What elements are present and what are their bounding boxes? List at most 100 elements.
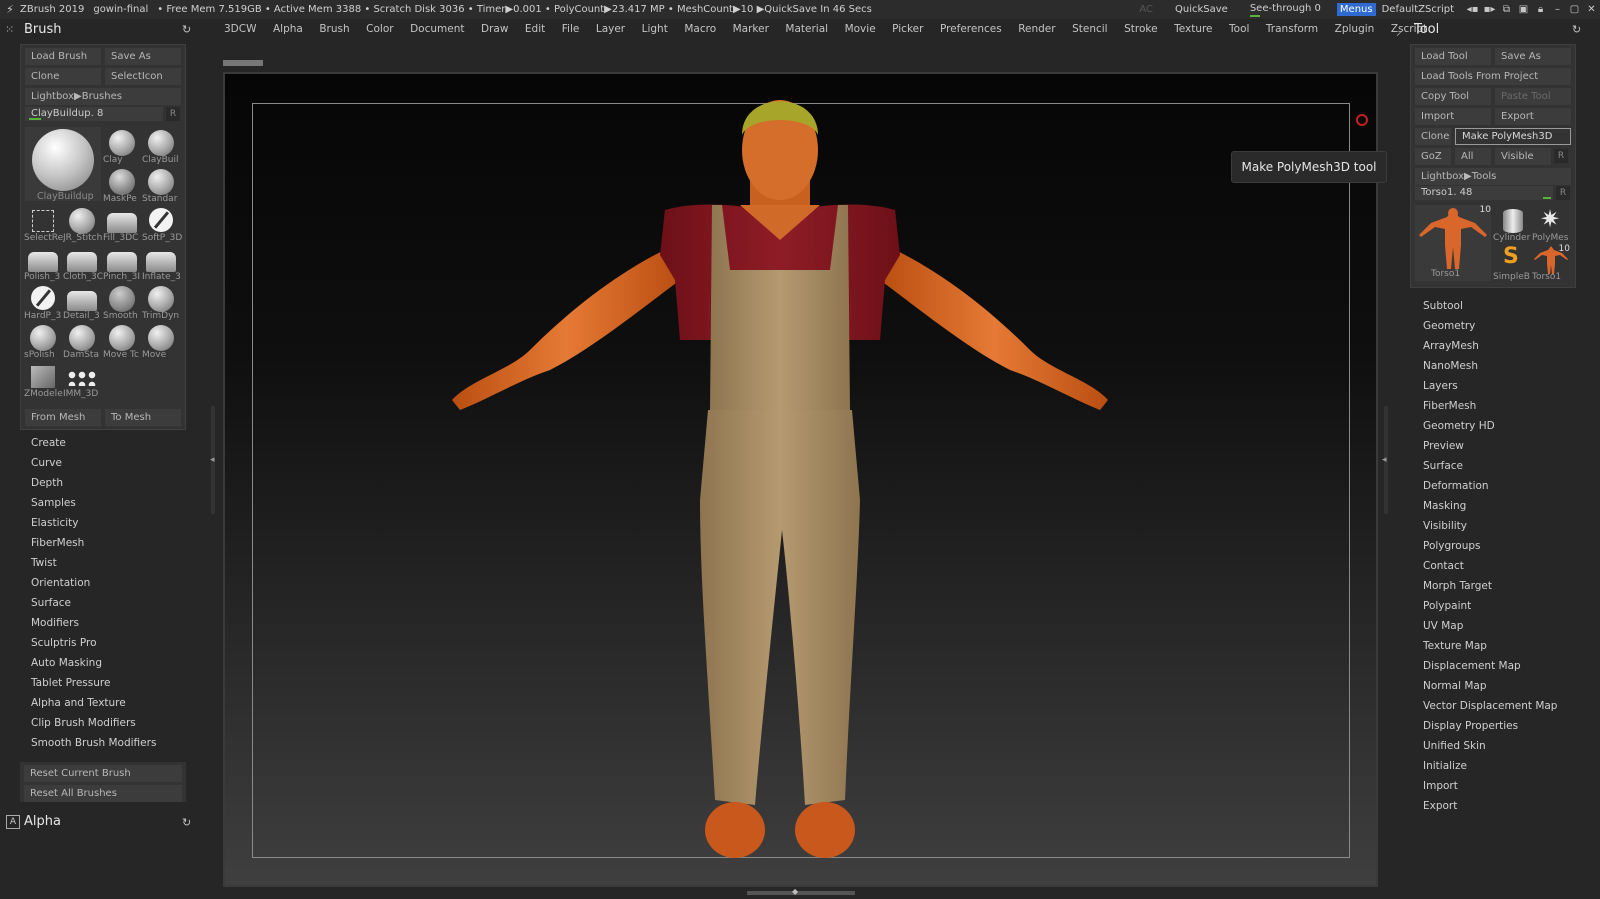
menu-light[interactable]: Light [642,23,668,35]
menu-transform[interactable]: Transform [1266,23,1318,35]
menu-texture[interactable]: Texture [1174,23,1212,35]
menu-edit[interactable]: Edit [525,23,545,35]
tool-menu-display-properties[interactable]: Display Properties [1410,716,1590,736]
lightbox-tools-button[interactable]: Lightbox▶Tools [1415,168,1571,185]
brush-slider[interactable]: ClayBuildup. 8 [25,107,163,121]
tool-palette-title[interactable]: Tool [1414,22,1439,37]
right-tray-arrow-icon[interactable]: ◂ [1382,455,1387,465]
brush-standard[interactable]: Standar [142,166,180,204]
tool-menu-contact[interactable]: Contact [1410,556,1590,576]
tool-menu-initialize[interactable]: Initialize [1410,756,1590,776]
tool-r-button[interactable]: R [1556,186,1570,200]
tool-palette-refresh-icon[interactable]: ↻ [1572,23,1581,36]
tool-menu-uv-map[interactable]: UV Map [1410,616,1590,636]
goz-all-button[interactable]: All [1455,148,1491,165]
menu-brush[interactable]: Brush [319,23,349,35]
select-icon-button[interactable]: SelectIcon [105,68,181,85]
brush-claybuildup[interactable]: ClayBuil [142,127,180,165]
character-model[interactable] [450,80,1110,880]
brush-menu-fibermesh[interactable]: FiberMesh [20,533,186,553]
tool-menu-unified-skin[interactable]: Unified Skin [1410,736,1590,756]
tool-export-button[interactable]: Export [1495,108,1571,125]
brush-jr-stitch[interactable]: JR_Stitch [63,205,102,243]
reset-all-brushes-button[interactable]: Reset All Brushes [24,785,182,802]
alpha-palette-header[interactable]: A Alpha ↻ [0,812,200,834]
brush-menu-create[interactable]: Create [20,433,186,453]
brush-move-topological[interactable]: Move Tc [103,322,141,360]
menu-zplugin[interactable]: Zplugin [1335,23,1375,35]
menu-render[interactable]: Render [1018,23,1055,35]
menu-movie[interactable]: Movie [845,23,876,35]
menu-draw[interactable]: Draw [481,23,508,35]
brush-cloth-3c[interactable]: Cloth_3C [63,244,103,282]
menu-tool[interactable]: Tool [1229,23,1249,35]
menu-material[interactable]: Material [785,23,828,35]
tool-menu-subtool[interactable]: Subtool [1410,296,1590,316]
load-tool-button[interactable]: Load Tool [1415,48,1491,65]
tool-slider[interactable]: Torso1. 48 [1415,186,1553,200]
brush-clone-button[interactable]: Clone [25,68,101,85]
window-icon[interactable]: ▣ [1515,4,1532,15]
brush-menu-sculptris-pro[interactable]: Sculptris Pro [20,633,186,653]
brush-softp-3d[interactable]: SoftP_3D [142,205,182,243]
tool-menu-texture-map[interactable]: Texture Map [1410,636,1590,656]
tool-menu-vector-displacement[interactable]: Vector Displacement Map [1410,696,1590,716]
menu-layer[interactable]: Layer [596,23,625,35]
tool-thumb-simplebrush[interactable]: S SimpleB [1493,244,1531,282]
tool-menu-visibility[interactable]: Visibility [1410,516,1590,536]
tool-menu-polypaint[interactable]: Polypaint [1410,596,1590,616]
brush-trimdynamic[interactable]: TrimDyn [142,283,180,321]
tool-menu-morph-target[interactable]: Morph Target [1410,576,1590,596]
menu-stencil[interactable]: Stencil [1072,23,1108,35]
brush-menu-curve[interactable]: Curve [20,453,186,473]
tool-menu-geometry-hd[interactable]: Geometry HD [1410,416,1590,436]
menu-3dcw[interactable]: 3DCW [224,23,256,35]
see-through-slider[interactable]: See-through 0 [1249,3,1321,17]
brush-maskpen[interactable]: MaskPe [103,166,141,204]
brush-menu-tablet-pressure[interactable]: Tablet Pressure [20,673,186,693]
to-mesh-button[interactable]: To Mesh [105,409,181,426]
menu-document[interactable]: Document [410,23,464,35]
tool-save-as-button[interactable]: Save As [1495,48,1571,65]
goz-r-button[interactable]: R [1554,149,1568,163]
menu-file[interactable]: File [562,23,580,35]
make-polymesh3d-button[interactable]: Make PolyMesh3D [1455,128,1571,145]
menus-toggle[interactable]: Menus [1336,3,1376,16]
brush-r-button[interactable]: R [166,107,180,121]
tool-menu-polygroups[interactable]: Polygroups [1410,536,1590,556]
minimize-icon[interactable]: – [1549,4,1566,15]
tool-menu-import[interactable]: Import [1410,776,1590,796]
from-mesh-button[interactable]: From Mesh [25,409,101,426]
menu-picker[interactable]: Picker [892,23,923,35]
brush-menu-depth[interactable]: Depth [20,473,186,493]
tool-menu-export[interactable]: Export [1410,796,1590,816]
brush-detail-3[interactable]: Detail_3 [63,283,101,321]
tool-import-button[interactable]: Import [1415,108,1491,125]
brush-polish-3[interactable]: Polish_3 [24,244,62,282]
brush-hardp-3[interactable]: HardP_3 [24,283,62,321]
brush-spolish[interactable]: sPolish [24,322,62,360]
brush-inflate-3[interactable]: Inflate_3 [142,244,181,282]
menu-alpha[interactable]: Alpha [273,23,303,35]
tool-menu-displacement-map[interactable]: Displacement Map [1410,656,1590,676]
brush-menu-elasticity[interactable]: Elasticity [20,513,186,533]
brush-menu-auto-masking[interactable]: Auto Masking [20,653,186,673]
ac-button[interactable]: AC [1139,4,1153,15]
tool-menu-masking[interactable]: Masking [1410,496,1590,516]
tool-thumb-torso1[interactable]: 10 Torso1 [1415,205,1491,281]
tool-menu-preview[interactable]: Preview [1410,436,1590,456]
goz-visible-button[interactable]: Visible [1495,148,1551,165]
brush-menu-smooth-modifiers[interactable]: Smooth Brush Modifiers [20,733,186,753]
goz-button[interactable]: GoZ [1415,148,1451,165]
paste-tool-button[interactable]: Paste Tool [1495,88,1571,105]
lightbox-brushes-button[interactable]: Lightbox▶Brushes [25,88,181,105]
menu-popup2-icon[interactable]: ▪▸ [1481,4,1498,15]
quicksave-button[interactable]: QuickSave [1175,4,1228,15]
brush-menu-alpha-texture[interactable]: Alpha and Texture [20,693,186,713]
brush-menu-modifiers[interactable]: Modifiers [20,613,186,633]
brush-move[interactable]: Move [142,322,180,360]
menu-popup-icon[interactable]: ◂▪ [1464,4,1481,15]
alpha-refresh-icon[interactable]: ↻ [182,816,191,829]
menu-preferences[interactable]: Preferences [940,23,1002,35]
close-icon[interactable]: ✕ [1583,4,1600,15]
